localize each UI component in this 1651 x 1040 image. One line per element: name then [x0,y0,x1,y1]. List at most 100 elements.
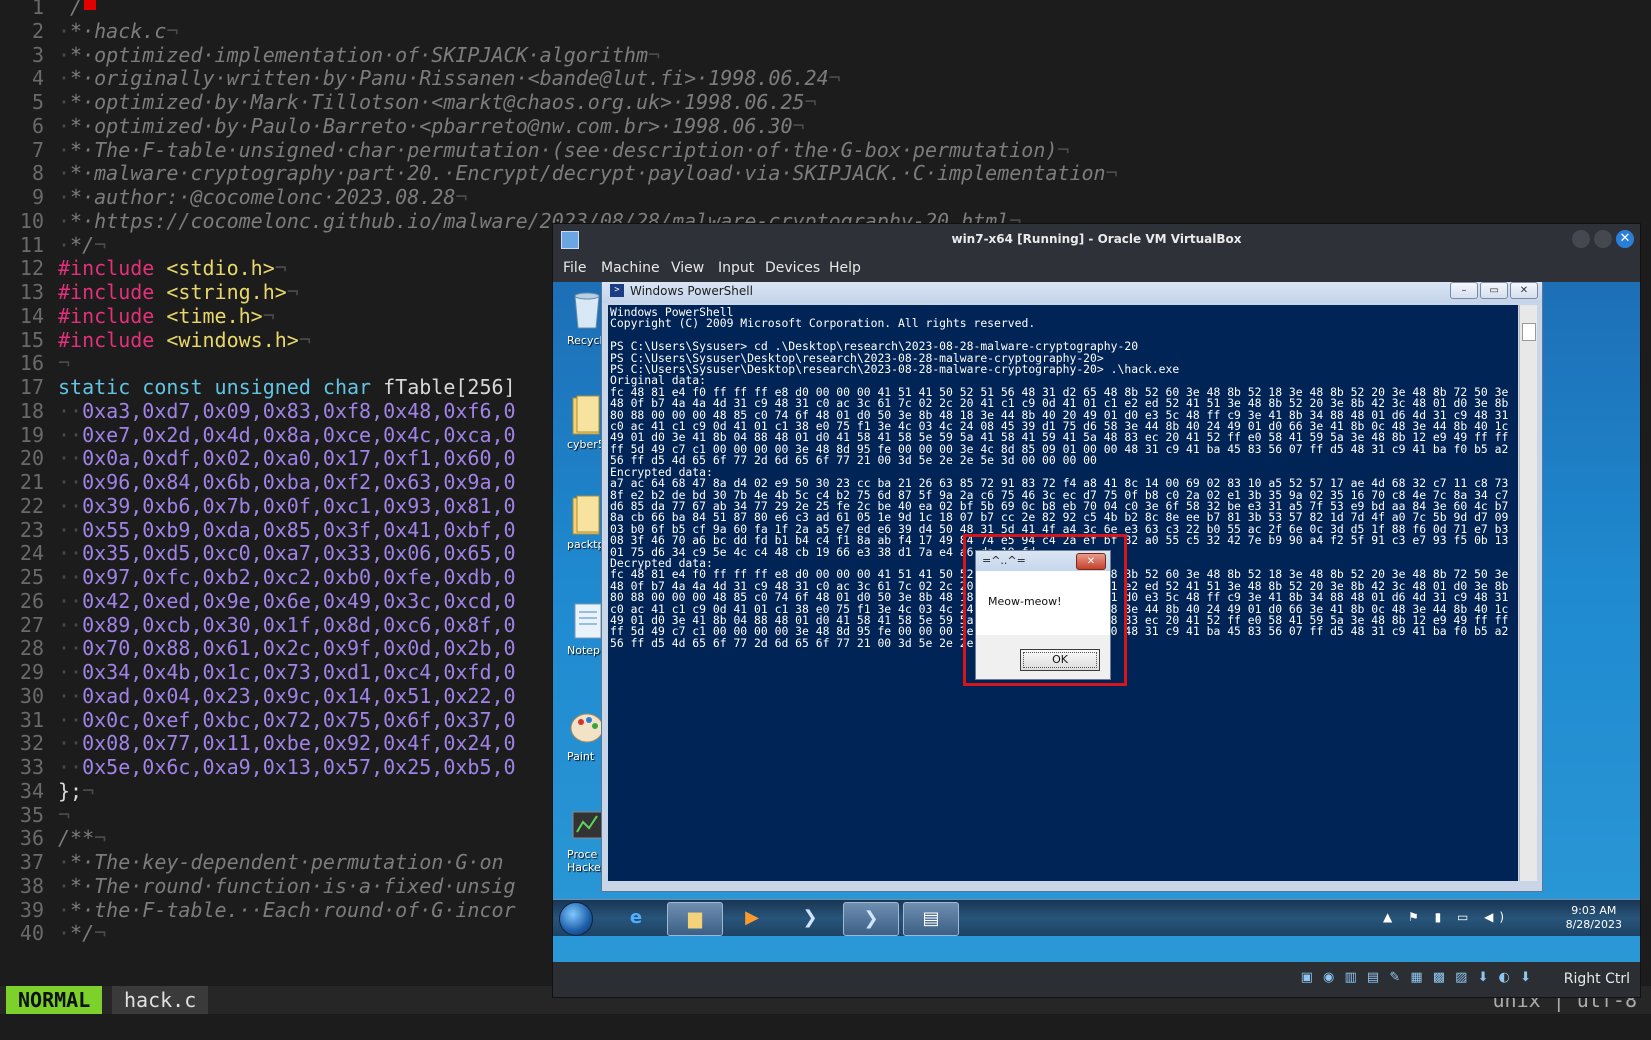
device-status-icons[interactable]: ▣ ◉ ▥ ▤ ✎ ▦ ▩ ▨ ⬇ ◐ ⬇ [1301,970,1534,985]
code-token: ·· [58,398,83,423]
console-scrollbar[interactable] [1519,305,1537,881]
line-number: 6 [31,113,44,138]
close-icon[interactable]: ✕ [1076,553,1106,570]
code-token: #include [58,303,155,328]
code-token: ¬ [58,802,71,827]
code-line: 20 ··0x0a,0xdf,0x02,0xa0,0x17,0xf1,0x60,0 [0,446,516,471]
virtualbox-statusbar: ▣ ◉ ▥ ▤ ✎ ▦ ▩ ▨ ⬇ ◐ ⬇ Right Ctrl [553,962,1640,996]
powershell-active-taskbar-button[interactable]: ❯ [843,902,899,936]
code-token: · [58,185,71,209]
code-token: · [58,113,71,138]
powershell-taskbar-button[interactable]: ❯ [783,902,837,934]
code-line: 26 ··0x42,0xed,0x9e,0x6e,0x49,0x3c,0xcd,0 [0,589,516,614]
system-clock[interactable]: 9:03 AM 8/28/2023 [1566,904,1622,932]
line-number: 23 [19,517,44,542]
menu-help[interactable]: Help [829,254,861,282]
ok-button[interactable]: OK [1020,649,1100,671]
line-number: 30 [19,683,44,708]
code-line: 8 ·*·malware·cryptography·part·20.·Encryp… [0,161,1118,186]
guest-desktop[interactable]: Recycle cyber5 packtp Notep Paint Proce … [553,282,1640,962]
code-token: ·· [58,755,83,779]
vim-mode-indicator: NORMAL [6,986,103,1014]
powershell-titlebar[interactable]: > Windows PowerShell – ▭ ✕ [602,282,1542,303]
code-line: 36 /**¬ [0,826,106,851]
powershell-icon: ❯ [863,908,879,929]
menu-view[interactable]: View [671,254,704,282]
line-number: 20 [19,446,44,471]
minimize-button[interactable] [1572,230,1590,248]
media-player-taskbar-button[interactable]: ▶ [725,902,779,934]
code-token: ¬ [298,327,311,352]
code-token: ·· [58,517,83,542]
code-token: <stdio.h> [166,256,275,281]
message-box-body: Meow-meow! [976,571,1110,635]
code-token: 0xad,0x04,0x23,0x9c,0x14,0x51,0x22,0 [82,683,516,708]
message-box-dialog[interactable]: =^..^= ✕ Meow-meow! OK [975,550,1111,680]
line-number: 10 [19,208,44,233]
code-line: 29 ··0x34,0x4b,0x1c,0x73,0xd1,0xc4,0xfd,0 [0,660,516,685]
virtualbox-window[interactable]: win7-x64 [Running] - Oracle VM VirtualBo… [552,223,1641,998]
meow-dialog-taskbar-button[interactable]: ▤ [903,902,959,936]
code-line: 34};¬ [0,779,94,804]
code-line: 5 ·*·optimized·by·Mark·Tillotson·<markt@c… [0,90,817,115]
line-number: 8 [31,161,44,186]
code-token: 0x08,0x77,0x11,0xbe,0x92,0x4f,0x24,0 [82,731,516,756]
code-line: 24 ··0x35,0xd5,0xc0,0xa7,0x33,0x06,0x65,0 [0,541,516,566]
code-token: 0x89,0xcb,0x30,0x1f,0x8d,0xc6,0x8f,0 [82,612,516,637]
code-token: ·· [58,565,83,589]
media-player-icon: ▶ [745,907,759,928]
menu-file[interactable]: File [563,254,586,282]
line-number: 17 [19,375,44,399]
line-number: 12 [19,256,44,281]
menu-input[interactable]: Input [718,254,754,282]
explorer-taskbar-button[interactable]: ▆ [667,902,723,936]
close-button[interactable]: ✕ [1616,230,1634,248]
code-token: 0x39,0xb6,0x7b,0x0f,0xc1,0x93,0x81,0 [82,493,516,518]
code-token: ¬ [94,921,107,946]
code-line: 17 static const unsigned char fTable[256] [0,375,516,400]
code-line: 1 /* [0,0,94,20]
code-line: 22 ··0x39,0xb6,0x7b,0x0f,0xc1,0x93,0x81,0 [0,494,516,519]
code-token: 0x0c,0xef,0xbc,0x72,0x75,0x6f,0x37,0 [82,707,516,732]
code-line: 16 ¬ [0,351,70,376]
code-line: 19 ··0xe7,0x2d,0x4d,0x8a,0xce,0x4c,0xca,0 [0,423,516,448]
code-token: ·· [58,588,83,613]
system-tray-icons[interactable]: ▲ ⚑ ▮ ▭ ◀) [1383,910,1510,924]
line-number: 5 [31,90,44,114]
notepad-icon: ▤ [922,908,940,929]
virtualbox-titlebar[interactable]: win7-x64 [Running] - Oracle VM VirtualBo… [553,224,1640,254]
code-token: ¬ [1057,137,1070,162]
maximize-button[interactable]: ▭ [1480,282,1508,299]
internet-explorer-taskbar-button[interactable]: e [609,902,663,934]
menu-machine[interactable]: Machine [601,254,660,282]
code-line: 2 ·*·hack.c¬ [0,19,178,44]
code-token: 0x42,0xed,0x9e,0x6e,0x49,0x3c,0xcd,0 [82,588,516,613]
code-line: 13 #include <string.h>¬ [0,280,299,305]
minimize-button[interactable]: – [1450,282,1478,299]
message-box-titlebar[interactable]: =^..^= ✕ [976,551,1110,571]
code-line: 23 ··0x55,0xb9,0xda,0x85,0x3f,0x41,0xbf,0 [0,518,516,543]
code-token: ·· [58,683,83,708]
code-token: ¬ [82,778,95,803]
code-token: <time.h> [166,303,263,328]
code-line: 15 #include <windows.h>¬ [0,328,311,353]
code-line: 40 ·*/¬ [0,921,106,946]
close-button[interactable]: ✕ [1510,282,1538,299]
code-token: *·The·key-dependent·permutation·G·on [70,850,504,874]
code-token: ¬ [792,113,805,138]
code-line: 4 ·*·originally·written·by·Panu·Rissanen·… [0,66,841,91]
code-token: *·optimized·implementation·of·SKIPJACK·a… [70,42,649,67]
code-token: · [58,897,71,922]
line-number: 16 [19,351,44,376]
menu-devices[interactable]: Devices [765,254,820,282]
code-token: /** [58,826,95,851]
powershell-icon: ❯ [802,907,818,928]
maximize-button[interactable] [1594,230,1612,248]
code-token: 0x34,0x4b,0x1c,0x73,0xd1,0xc4,0xfd,0 [82,660,516,684]
start-button[interactable] [559,902,593,936]
line-number: 37 [19,850,44,874]
scrollbar-thumb[interactable] [1522,323,1536,341]
